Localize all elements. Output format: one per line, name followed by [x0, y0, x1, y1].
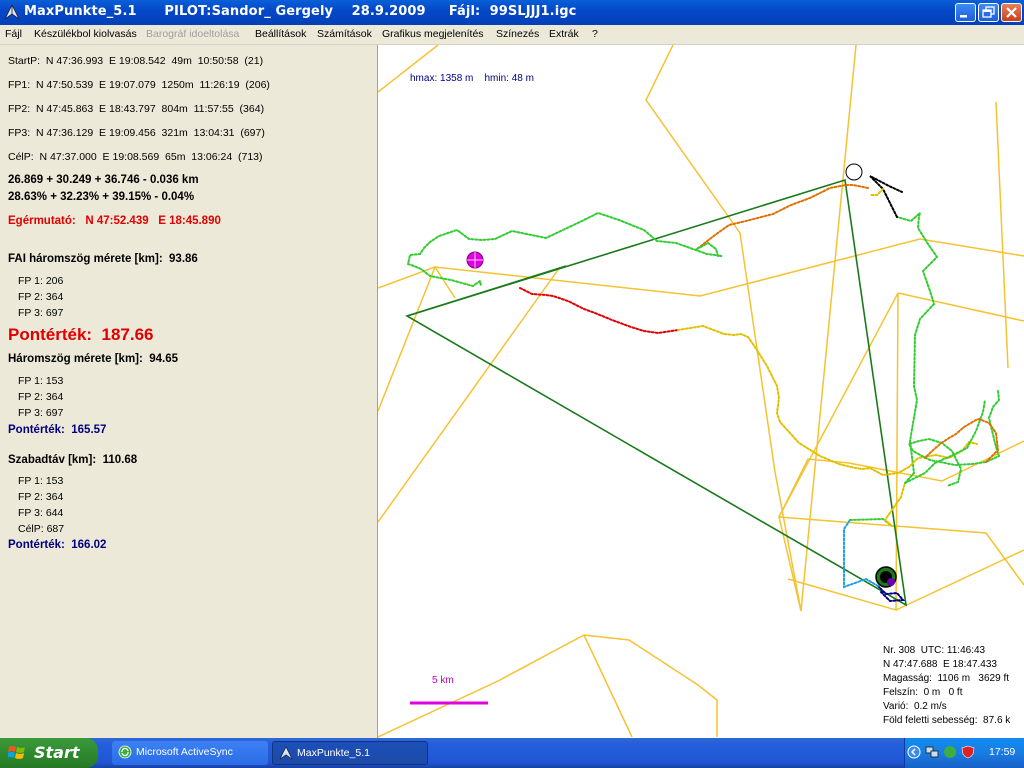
menu-settings[interactable]: Beállítások — [255, 28, 306, 40]
taskbar-maxpunkte[interactable]: MaxPunkte_5.1 — [272, 741, 428, 765]
turnpoint-2: FP2: N 47:45.863 E 18:43.797 804m 11:57:… — [8, 103, 265, 115]
window-title: MaxPunkte_5.1 PILOT:Sandor_ Gergely 28.9… — [24, 4, 577, 19]
free-goal: CélP: 687 — [18, 523, 65, 535]
flight-track — [406, 175, 1001, 603]
app-icon — [4, 4, 20, 20]
flight-map[interactable]: hmax: 1358 m hmin: 48 m 5 km Nr. 308 UTC… — [378, 45, 1024, 738]
info-position: N 47:47.688 E 18:47.433 — [883, 659, 997, 670]
minimize-icon — [960, 15, 967, 18]
menu-graphic-display[interactable]: Grafikus megjelenítés — [382, 28, 484, 40]
activesync-label: Microsoft ActiveSync — [136, 746, 233, 758]
triangle-title: Háromszög mérete [km]: 94.65 — [8, 353, 179, 365]
menu-barograph-offset[interactable]: Barográf idoeltolása — [146, 28, 239, 40]
activesync-icon — [118, 745, 132, 759]
triangle-fp3: FP 3: 697 — [18, 407, 64, 419]
free-fp1: FP 1: 153 — [18, 475, 64, 487]
menu-bar: Fájl Készülékbol kiolvasás Barográf idoe… — [0, 25, 1024, 45]
hmax-label: hmax: 1358 m — [410, 73, 474, 84]
tray-expand-icon[interactable] — [907, 745, 921, 759]
map-canvas[interactable] — [378, 45, 1024, 738]
triangle-fp2: FP 2: 364 — [18, 391, 64, 403]
taskbar-activesync[interactable]: Microsoft ActiveSync — [112, 741, 268, 765]
info-vario: Varió: 0.2 m/s — [883, 701, 947, 712]
menu-help[interactable]: ? — [592, 28, 598, 40]
airspace-lines — [378, 45, 1024, 738]
triangle-points: Pontérték: 165.57 — [8, 424, 107, 436]
free-fp3: FP 3: 644 — [18, 507, 64, 519]
task-triangle — [405, 178, 908, 607]
restore-icon — [982, 6, 995, 18]
leg-distances: 26.869 + 30.249 + 36.746 - 0.036 km — [8, 174, 199, 186]
results-panel: StartP: N 47:36.993 E 19:08.542 49m 10:5… — [0, 45, 378, 738]
leg-percentages: 28.63% + 32.23% + 39.15% - 0.04% — [8, 191, 195, 203]
fai-fp1: FP 1: 206 — [18, 275, 64, 287]
maxpunkte-label: MaxPunkte_5.1 — [297, 747, 370, 759]
fai-points: Pontérték: 187.66 — [8, 325, 154, 344]
menu-calculations[interactable]: Számítások — [317, 28, 372, 40]
clock: 17:59 — [989, 746, 1016, 758]
height-range: hmax: 1358 m hmin: 48 m — [410, 73, 534, 84]
triangle-fp1: FP 1: 153 — [18, 375, 64, 387]
close-icon — [1006, 7, 1017, 18]
info-ground: Felszín: 0 m 0 ft — [883, 687, 963, 698]
menu-extras[interactable]: Extrák — [549, 28, 579, 40]
maxpunkte-icon — [279, 746, 293, 760]
system-tray: 17:59 — [904, 738, 1024, 768]
security-icon[interactable] — [961, 745, 975, 759]
fai-fp2: FP 2: 364 — [18, 291, 64, 303]
scale-label: 5 km — [432, 675, 454, 686]
menu-device-read[interactable]: Készülékbol kiolvasás — [34, 28, 137, 40]
menu-file[interactable]: Fájl — [5, 28, 22, 40]
maximize-button[interactable] — [978, 3, 999, 22]
minimize-button[interactable] — [955, 3, 976, 22]
network-icon[interactable] — [925, 745, 939, 759]
free-distance-title: Szabadtáv [km]: 110.68 — [8, 454, 138, 466]
taskbar: Start Microsoft ActiveSync MaxPunkte_5.1 — [0, 738, 1024, 768]
goal-marker — [887, 578, 895, 586]
menu-coloring[interactable]: Színezés — [496, 28, 539, 40]
free-fp2: FP 2: 364 — [18, 491, 64, 503]
fai-fp3: FP 3: 697 — [18, 307, 64, 319]
mouse-coords: N 47:52.439 E 18:45.890 — [85, 215, 221, 227]
turnpoint-3: FP3: N 47:36.129 E 19:09.456 321m 13:04:… — [8, 127, 265, 139]
info-ground-speed: Föld feletti sebesség: 87.6 k — [883, 715, 1011, 726]
start-button[interactable]: Start — [0, 738, 98, 768]
close-button[interactable] — [1001, 3, 1022, 22]
hmin-label: hmin: 48 m — [484, 73, 534, 84]
turnpoint-1: FP1: N 47:50.539 E 19:07.079 1250m 11:26… — [8, 79, 270, 91]
mouse-position: Egérmutató: N 47:52.439 E 18:45.890 — [8, 215, 221, 227]
fp1-marker — [845, 163, 863, 181]
start-point: StartP: N 47:36.993 E 19:08.542 49m 10:5… — [8, 55, 264, 67]
title-bar[interactable]: MaxPunkte_5.1 PILOT:Sandor_ Gergely 28.9… — [0, 0, 1024, 25]
fai-title: FAI háromszög mérete [km]: 93.86 — [8, 253, 198, 265]
mouse-label: Egérmutató: — [8, 215, 76, 227]
free-points: Pontérték: 166.02 — [8, 539, 107, 551]
info-nr: Nr. 308 UTC: 11:46:43 — [883, 645, 986, 656]
activesync-tray-icon[interactable] — [943, 745, 957, 759]
info-altitude: Magasság: 1106 m 3629 ft — [883, 673, 1010, 684]
start-label: Start — [34, 743, 80, 762]
windows-flag-icon — [8, 746, 25, 759]
goal-point: CélP: N 47:37.000 E 19:08.569 65m 13:06:… — [8, 151, 263, 163]
